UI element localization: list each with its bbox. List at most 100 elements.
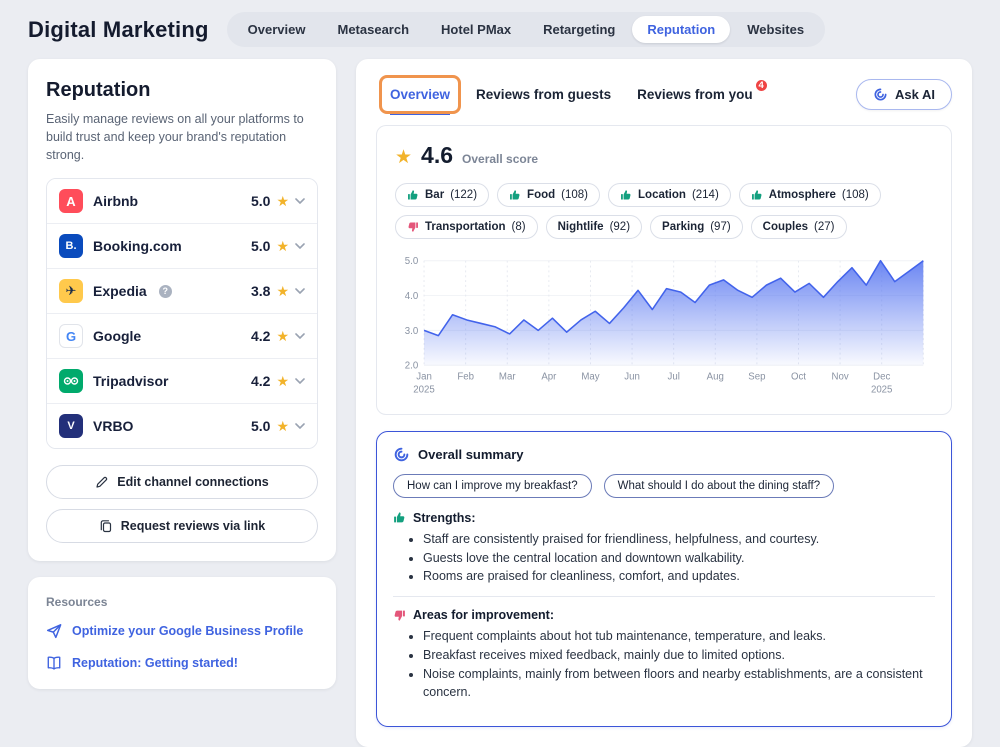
chevron-down-icon[interactable] bbox=[295, 288, 305, 294]
page-title: Digital Marketing bbox=[28, 17, 209, 43]
channel-row-booking[interactable]: B. Booking.com 5.0 ★ bbox=[47, 224, 317, 269]
star-icon: ★ bbox=[395, 146, 412, 169]
svg-text:Nov: Nov bbox=[832, 372, 849, 383]
ai-swirl-icon bbox=[873, 87, 888, 102]
svg-text:Jan: Jan bbox=[416, 372, 432, 383]
question-chip-breakfast[interactable]: How can I improve my breakfast? bbox=[393, 474, 592, 498]
channel-score: 3.8 bbox=[251, 283, 270, 299]
thumb-up-icon bbox=[393, 511, 406, 524]
tab-overview[interactable]: Overview bbox=[390, 79, 450, 115]
topic-chip-couples[interactable]: Couples (27) bbox=[751, 215, 847, 239]
resources-panel: Resources Optimize your Google Business … bbox=[28, 577, 336, 689]
svg-text:2025: 2025 bbox=[871, 384, 892, 395]
copy-link-icon bbox=[99, 519, 113, 533]
tab-reviews-from-guests[interactable]: Reviews from guests bbox=[476, 79, 611, 112]
strength-item: Staff are consistently praised for frien… bbox=[423, 530, 935, 549]
help-icon[interactable]: ? bbox=[159, 285, 172, 298]
booking-icon: B. bbox=[59, 234, 83, 258]
resource-link-google-profile[interactable]: Optimize your Google Business Profile bbox=[46, 623, 318, 639]
edit-channel-connections-label: Edit channel connections bbox=[117, 475, 268, 489]
overview-stats-card: ★ 4.6 Overall score Bar (122) Food (108) bbox=[376, 125, 952, 415]
area-chart: 5.04.03.02.0JanFebMarAprMayJunJulAugSepO… bbox=[395, 253, 933, 404]
request-reviews-button[interactable]: Request reviews via link bbox=[46, 509, 318, 543]
ask-ai-button[interactable]: Ask AI bbox=[856, 79, 952, 110]
tripadvisor-icon bbox=[59, 369, 83, 393]
overall-score-value: 4.6 bbox=[421, 142, 453, 169]
star-icon: ★ bbox=[276, 419, 289, 433]
nav-websites[interactable]: Websites bbox=[732, 16, 819, 43]
svg-text:Dec: Dec bbox=[873, 372, 890, 383]
topic-chips: Bar (122) Food (108) Location (214) Atmo… bbox=[395, 183, 933, 239]
nav-retargeting[interactable]: Retargeting bbox=[528, 16, 630, 43]
chip-count: (214) bbox=[692, 189, 719, 201]
topic-chip-bar[interactable]: Bar (122) bbox=[395, 183, 489, 207]
chip-label: Transportation bbox=[425, 221, 506, 233]
send-icon bbox=[46, 623, 62, 639]
nav-metasearch[interactable]: Metasearch bbox=[322, 16, 424, 43]
chevron-down-icon[interactable] bbox=[295, 333, 305, 339]
ai-swirl-icon bbox=[393, 446, 410, 463]
chip-label: Nightlife bbox=[558, 221, 604, 233]
sidebar: Reputation Easily manage reviews on all … bbox=[28, 59, 336, 689]
strength-item: Rooms are praised for cleanliness, comfo… bbox=[423, 567, 935, 586]
chevron-down-icon[interactable] bbox=[295, 243, 305, 249]
strength-item: Guests love the central location and dow… bbox=[423, 549, 935, 568]
panel-description: Easily manage reviews on all your platfo… bbox=[46, 110, 318, 164]
chip-count: (108) bbox=[842, 189, 869, 201]
improvements-list: Frequent complaints about hot tub mainte… bbox=[423, 627, 935, 702]
svg-text:Sep: Sep bbox=[748, 372, 765, 383]
tab-label: Reviews from guests bbox=[476, 87, 611, 102]
channel-row-airbnb[interactable]: A Airbnb 5.0 ★ bbox=[47, 179, 317, 224]
thumb-down-icon bbox=[407, 221, 419, 233]
channel-score: 5.0 bbox=[251, 418, 270, 434]
channel-row-vrbo[interactable]: V VRBO 5.0 ★ bbox=[47, 404, 317, 448]
channel-row-expedia[interactable]: ✈ Expedia ? 3.8 ★ bbox=[47, 269, 317, 314]
nav-hotel-pmax[interactable]: Hotel PMax bbox=[426, 16, 526, 43]
svg-text:3.0: 3.0 bbox=[405, 326, 418, 337]
topic-chip-parking[interactable]: Parking (97) bbox=[650, 215, 743, 239]
topic-chip-food[interactable]: Food (108) bbox=[497, 183, 600, 207]
resource-link-getting-started[interactable]: Reputation: Getting started! bbox=[46, 655, 318, 671]
topic-chip-nightlife[interactable]: Nightlife (92) bbox=[546, 215, 642, 239]
chevron-down-icon[interactable] bbox=[295, 423, 305, 429]
channel-score: 5.0 bbox=[251, 238, 270, 254]
question-chip-dining-staff[interactable]: What should I do about the dining staff? bbox=[604, 474, 834, 498]
thumb-up-icon bbox=[509, 189, 521, 201]
svg-text:Jul: Jul bbox=[667, 372, 679, 383]
nav-overview[interactable]: Overview bbox=[233, 16, 321, 43]
svg-text:Oct: Oct bbox=[791, 372, 806, 383]
improvement-item: Breakfast receives mixed feedback, mainl… bbox=[423, 646, 935, 665]
top-nav: Overview Metasearch Hotel PMax Retargeti… bbox=[227, 12, 825, 47]
channel-score: 4.2 bbox=[251, 328, 270, 344]
overall-summary-card: Overall summary How can I improve my bre… bbox=[376, 431, 952, 727]
reputation-panel: Reputation Easily manage reviews on all … bbox=[28, 59, 336, 561]
topic-chip-location[interactable]: Location (214) bbox=[608, 183, 731, 207]
chip-label: Atmosphere bbox=[769, 189, 836, 201]
topic-chip-atmosphere[interactable]: Atmosphere (108) bbox=[739, 183, 881, 207]
nav-reputation[interactable]: Reputation bbox=[632, 16, 730, 43]
improvement-item: Frequent complaints about hot tub mainte… bbox=[423, 627, 935, 646]
svg-text:Apr: Apr bbox=[541, 372, 557, 383]
edit-channel-connections-button[interactable]: Edit channel connections bbox=[46, 465, 318, 499]
channel-row-tripadvisor[interactable]: Tripadvisor 4.2 ★ bbox=[47, 359, 317, 404]
star-icon: ★ bbox=[276, 194, 289, 208]
tab-reviews-from-you[interactable]: Reviews from you 4 bbox=[637, 79, 753, 112]
pencil-icon bbox=[95, 475, 109, 489]
chip-count: (27) bbox=[814, 221, 834, 233]
overall-score-label: Overall score bbox=[462, 152, 538, 166]
topic-chip-transportation[interactable]: Transportation (8) bbox=[395, 215, 538, 239]
channel-name: VRBO bbox=[93, 418, 133, 434]
chip-label: Parking bbox=[662, 221, 704, 233]
star-icon: ★ bbox=[276, 329, 289, 343]
channel-name: Booking.com bbox=[93, 238, 182, 254]
channel-name: Expedia bbox=[93, 283, 147, 299]
vrbo-icon: V bbox=[59, 414, 83, 438]
tab-label: Overview bbox=[390, 87, 450, 102]
chevron-down-icon[interactable] bbox=[295, 378, 305, 384]
chevron-down-icon[interactable] bbox=[295, 198, 305, 204]
svg-text:2.0: 2.0 bbox=[405, 361, 418, 372]
summary-title: Overall summary bbox=[418, 447, 524, 462]
channel-row-google[interactable]: G Google 4.2 ★ bbox=[47, 314, 317, 359]
svg-text:Feb: Feb bbox=[457, 372, 474, 383]
star-icon: ★ bbox=[276, 374, 289, 388]
